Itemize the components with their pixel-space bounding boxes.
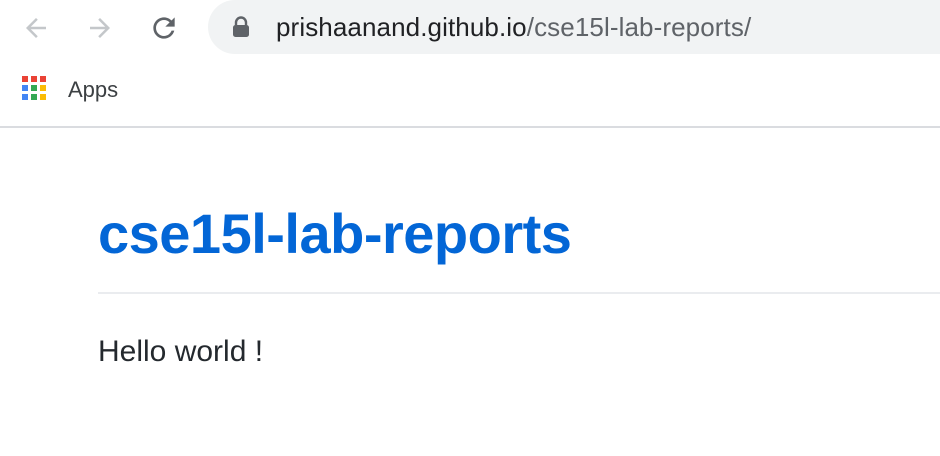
forward-button[interactable] (80, 8, 120, 48)
page-title[interactable]: cse15l-lab-reports (98, 202, 572, 266)
apps-grid-dot (31, 85, 37, 91)
apps-bookmark[interactable]: Apps (16, 70, 118, 110)
bookmarks-bar: Apps (0, 56, 940, 128)
apps-grid-dot (40, 94, 46, 100)
url-text[interactable]: prishaanand.github.io/cse15l-lab-reports… (276, 12, 751, 42)
title-divider (98, 292, 940, 294)
apps-grid-dot (22, 85, 28, 91)
apps-grid-dot (40, 76, 46, 82)
apps-grid-dot (22, 94, 28, 100)
apps-label: Apps (68, 77, 119, 102)
body-text: Hello world ! (98, 335, 264, 368)
url-path: /cse15l-lab-reports/ (526, 12, 752, 42)
apps-grid-dot (31, 94, 37, 100)
apps-grid-dot (40, 85, 46, 91)
apps-grid-dot (31, 76, 37, 82)
apps-grid-icon (22, 76, 50, 104)
url-host: prishaanand.github.io (276, 12, 527, 42)
back-button[interactable] (16, 8, 56, 48)
address-bar[interactable]: prishaanand.github.io/cse15l-lab-reports… (208, 0, 940, 54)
reload-icon (153, 17, 175, 39)
lock-icon[interactable] (230, 16, 252, 38)
arrow-left-icon (26, 18, 46, 38)
reload-button[interactable] (144, 8, 184, 48)
arrow-right-icon (90, 18, 110, 38)
browser-toolbar: prishaanand.github.io/cse15l-lab-reports… (0, 0, 940, 56)
apps-grid-dot (22, 76, 28, 82)
